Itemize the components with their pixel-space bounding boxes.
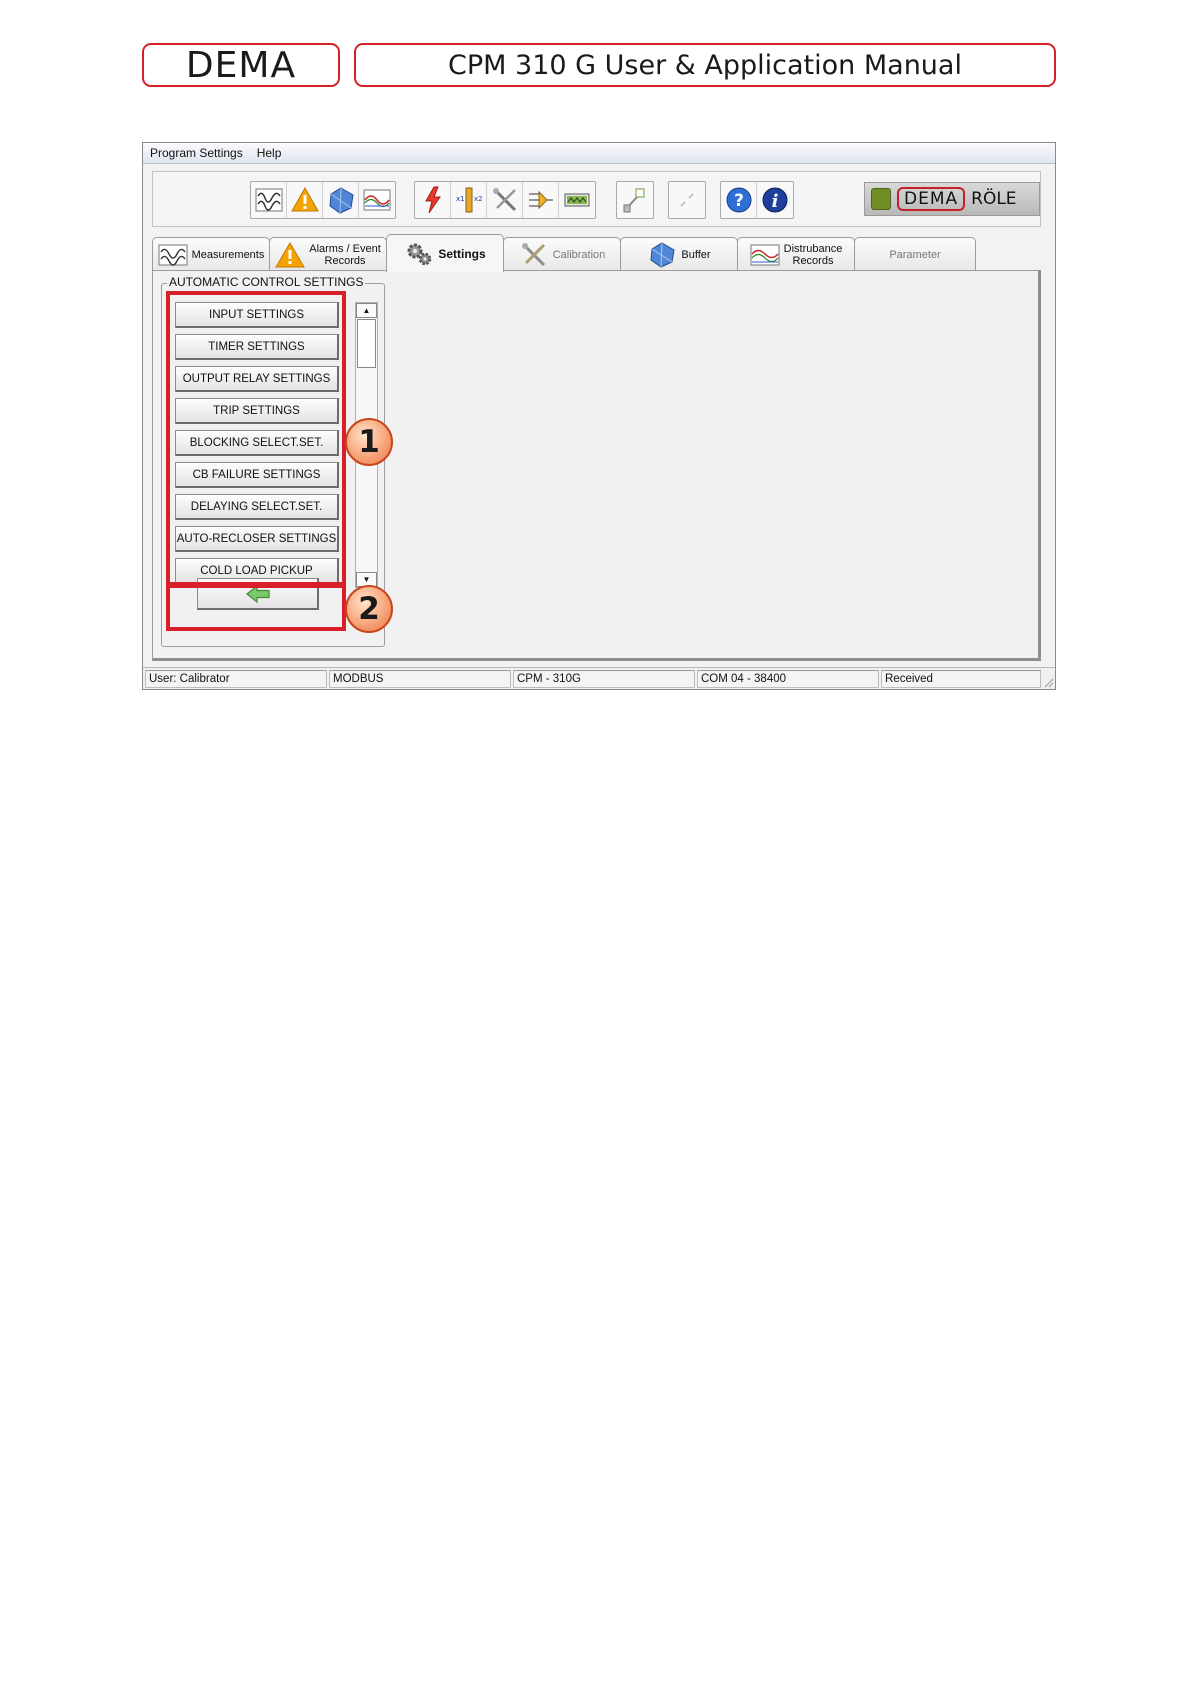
brand-mark-icon [871, 188, 891, 210]
trip-lightning-icon[interactable] [415, 182, 451, 218]
help-question-icon[interactable]: ? [721, 182, 757, 218]
tab-disturbance-label-2: Records [792, 254, 834, 267]
highlight-settings-list [166, 291, 346, 586]
svg-text:i: i [772, 191, 779, 212]
gears-icon [407, 243, 432, 265]
tab-alarms-label-1: Alarms / Event [309, 242, 381, 255]
callout-2: 2 [345, 585, 393, 633]
scroll-thumb[interactable] [357, 319, 376, 368]
tab-alarms-event-records[interactable]: Alarms / Event Records [269, 237, 387, 271]
brand-dema-text: DEMA [897, 187, 966, 211]
toolbar-group-tools: x1 x2 [414, 181, 596, 219]
tab-parameter[interactable]: Parameter [854, 237, 976, 271]
tab-measurements[interactable]: Measurements [152, 237, 270, 271]
measurements-icon[interactable] [251, 182, 287, 218]
alarm-warning-icon[interactable] [287, 182, 323, 218]
svg-text:?: ? [734, 191, 744, 211]
brand-role-text: RÖLE [971, 189, 1017, 209]
status-user: User: Calibrator [145, 670, 327, 688]
status-device: CPM - 310G [513, 670, 695, 688]
calibration-tools-icon [521, 242, 545, 266]
callout-1: 1 [345, 418, 393, 466]
manual-title: CPM 310 G User & Application Manual [354, 43, 1056, 87]
calibration-tools-icon[interactable] [487, 182, 523, 218]
buffer-cube-icon [650, 241, 675, 268]
dema-logo: DEMA [142, 43, 340, 87]
toolbar: x1 x2 ? i DEMA RÖLE [152, 171, 1041, 227]
tab-disturbance-records[interactable]: Distrubance Records [737, 237, 855, 271]
transformer-ratio-icon[interactable]: x1 x2 [451, 182, 487, 218]
tab-buffer[interactable]: Buffer [620, 237, 738, 271]
buffer-cube-icon[interactable] [323, 182, 359, 218]
toolbar-group-connect [616, 181, 654, 219]
status-state: Received [881, 670, 1041, 688]
main-tabs: Measurements Alarms / Event Records Sett… [152, 234, 1046, 272]
group-title: AUTOMATIC CONTROL SETTINGS [167, 275, 366, 289]
menu-bar: Program Settings Help [143, 143, 1055, 164]
logic-settings-icon[interactable] [523, 182, 559, 218]
tab-disturbance-label-1: Distrubance [783, 242, 843, 255]
measurements-icon [158, 244, 188, 266]
disturbance-records-icon [750, 244, 780, 265]
menu-help[interactable]: Help [250, 146, 289, 160]
toolbar-group-help: ? i [720, 181, 794, 219]
resize-grip-icon[interactable] [1042, 676, 1054, 688]
scroll-up-arrow-icon[interactable]: ▲ [356, 303, 377, 318]
tab-alarms-label-2: Records [324, 254, 366, 267]
toolbar-group-disconnect [668, 181, 706, 219]
alarm-warning-icon [275, 241, 306, 267]
parameter-display-icon[interactable] [559, 182, 595, 218]
toolbar-group-views [250, 181, 396, 219]
tab-calibration[interactable]: Calibration [503, 237, 621, 271]
tab-settings[interactable]: Settings [386, 234, 504, 272]
status-bar: User: Calibrator MODBUS CPM - 310G COM 0… [143, 667, 1055, 689]
disturbance-records-icon[interactable] [359, 182, 395, 218]
tab-settings-label: Settings [438, 246, 486, 261]
menu-program-settings[interactable]: Program Settings [143, 146, 250, 160]
tab-measurements-label: Measurements [191, 248, 265, 261]
status-port: COM 04 - 38400 [697, 670, 879, 688]
svg-text:x2: x2 [474, 195, 483, 203]
disconnect-plug-icon[interactable] [669, 182, 705, 218]
connect-plug-icon[interactable] [617, 182, 653, 218]
highlight-back-button [166, 584, 346, 631]
svg-text:x1: x1 [456, 195, 465, 203]
tab-calibration-label: Calibration [552, 248, 606, 261]
dema-role-brand: DEMA RÖLE [864, 182, 1040, 216]
status-protocol: MODBUS [329, 670, 511, 688]
info-icon[interactable]: i [757, 182, 793, 218]
tab-parameter-label: Parameter [889, 248, 941, 261]
tab-buffer-label: Buffer [681, 248, 711, 261]
